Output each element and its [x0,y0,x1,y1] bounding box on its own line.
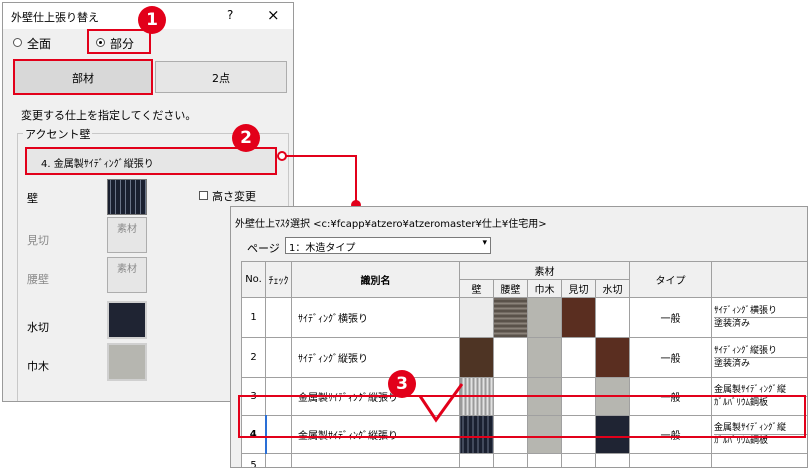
step-badge-3: 3 [388,370,416,398]
